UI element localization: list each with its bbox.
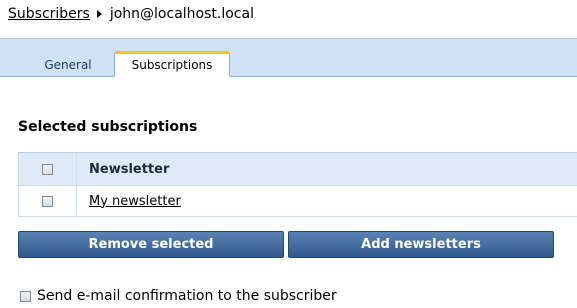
subscriptions-grid: Newsletter My newsletter	[18, 152, 577, 217]
send-confirmation-checkbox[interactable]	[20, 290, 31, 302]
newsletter-cell: My newsletter	[89, 186, 181, 216]
add-newsletters-button[interactable]: Add newsletters	[288, 231, 554, 258]
send-confirmation-label[interactable]: Send e-mail confirmation to the subscrib…	[37, 288, 337, 304]
header-checkbox-cell	[19, 153, 77, 185]
breadcrumb-arrow-icon	[96, 10, 102, 18]
breadcrumb-current: john@localhost.local	[109, 6, 254, 22]
tab-strip: General Subscriptions	[0, 38, 577, 77]
tab-general[interactable]: General	[30, 53, 106, 77]
newsletter-column-header: Newsletter	[89, 161, 170, 177]
tab-strip-divider	[0, 76, 577, 77]
newsletter-link[interactable]: My newsletter	[89, 194, 181, 209]
breadcrumb-subscribers-link[interactable]: Subscribers	[8, 6, 90, 22]
section-title: Selected subscriptions	[18, 119, 198, 135]
breadcrumb: Subscribers john@localhost.local	[8, 4, 254, 24]
grid-header-row: Newsletter	[18, 153, 577, 186]
table-row: My newsletter	[18, 186, 577, 217]
row-checkbox-cell	[19, 186, 77, 216]
remove-selected-button[interactable]: Remove selected	[18, 231, 284, 258]
subscriber-page: Subscribers john@localhost.local General…	[0, 0, 577, 308]
send-confirmation-option: Send e-mail confirmation to the subscrib…	[20, 288, 337, 304]
row-checkbox[interactable]	[42, 195, 53, 207]
tab-subscriptions[interactable]: Subscriptions	[114, 51, 230, 77]
select-all-checkbox[interactable]	[42, 163, 53, 175]
